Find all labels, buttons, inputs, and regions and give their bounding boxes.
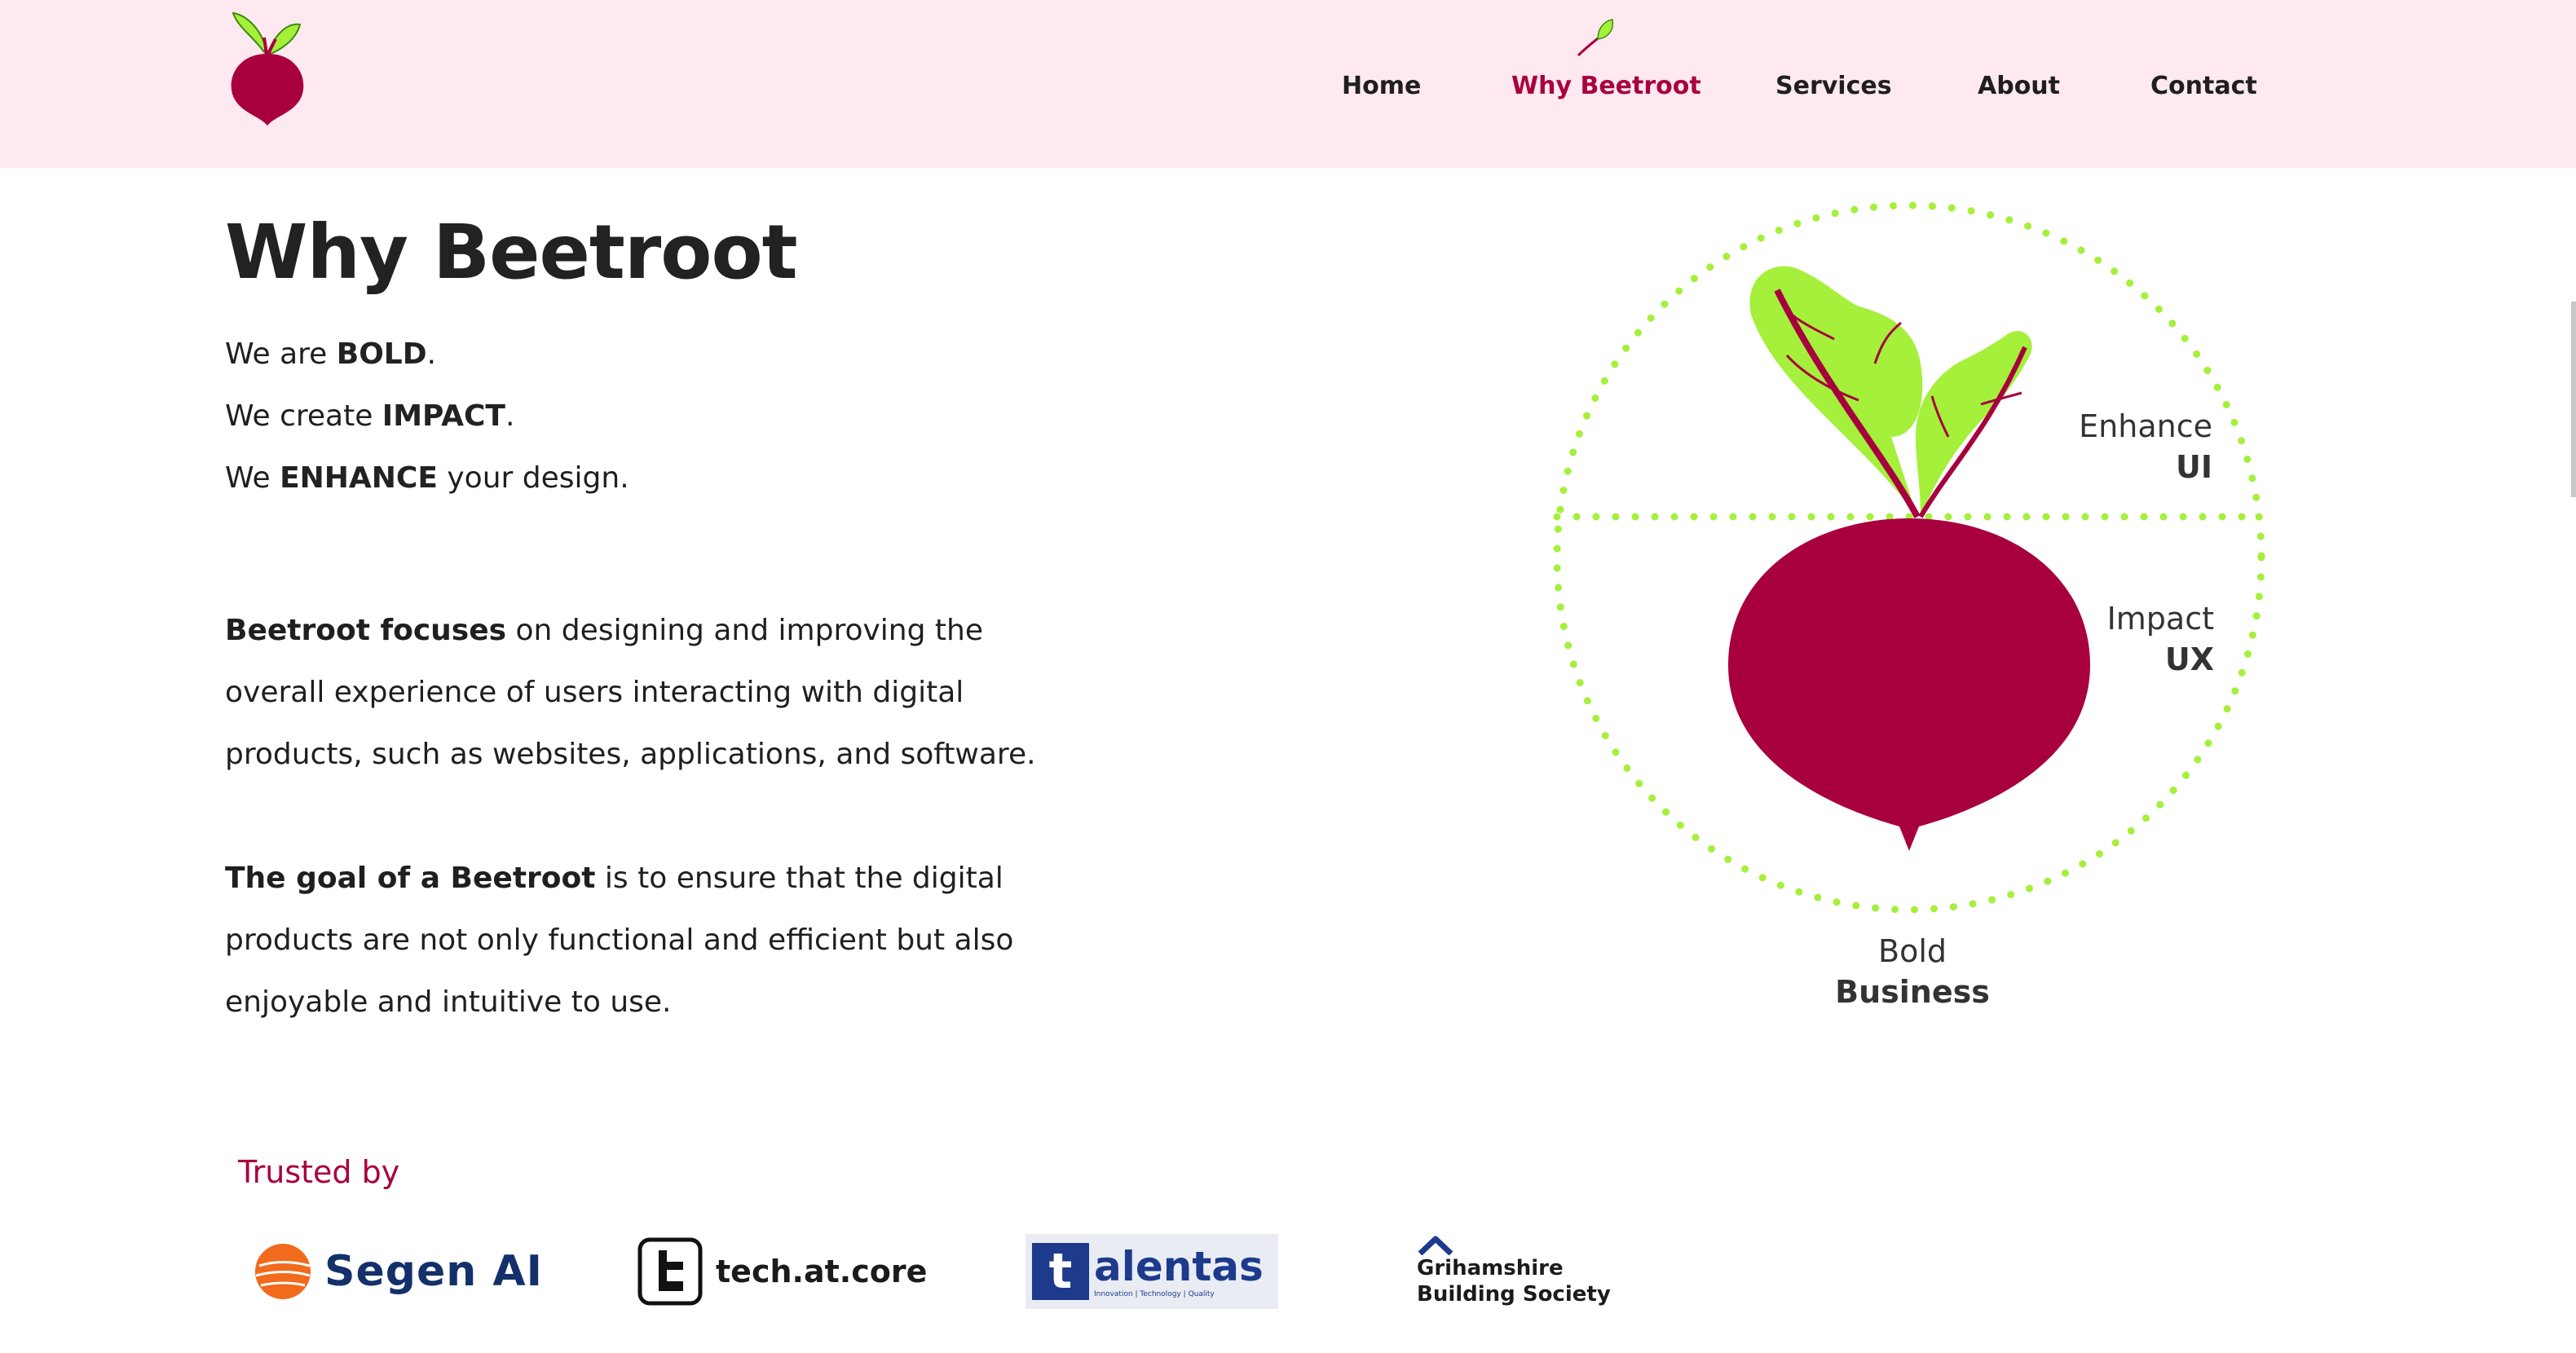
label-enhance-ui: Enhance UI	[2079, 408, 2212, 485]
partner-segen-ai[interactable]: Segen AI	[253, 1231, 543, 1312]
grihamshire-name: Grihamshire	[1417, 1256, 1564, 1280]
partner-talentas[interactable]: t alentas Innovation | Technology | Qual…	[1026, 1231, 1278, 1312]
label-bold-business: Bold Business	[1835, 933, 1990, 1010]
segen-ai-name: Segen AI	[324, 1247, 543, 1296]
intro-paragraph: Beetroot focuses on designing and improv…	[225, 614, 1036, 771]
scrollbar-thumb[interactable]	[2571, 302, 2576, 497]
partner-grihamshire[interactable]: Grihamshire Building Society	[1417, 1236, 1611, 1317]
trusted-heading: Trusted by	[238, 1154, 400, 1190]
beet-root	[1728, 518, 2090, 851]
nav-home[interactable]: Home	[1342, 67, 1421, 106]
talentas-logo: t alentas Innovation | Technology | Qual…	[1026, 1234, 1278, 1309]
page-title: Why Beetroot	[225, 209, 798, 296]
nav-why-beetroot[interactable]: Why Beetroot	[1511, 67, 1701, 106]
tech-at-core-icon	[637, 1237, 703, 1306]
talentas-name: alentas	[1094, 1243, 1264, 1290]
partner-tech-at-core[interactable]: tech.at.core	[637, 1231, 927, 1312]
label-impact-ux: Impact UX	[2106, 601, 2214, 677]
active-sprout-icon	[1577, 19, 1614, 57]
tagline-bold: We are BOLD.	[225, 337, 437, 371]
tagline-enhance: We ENHANCE your design.	[225, 461, 629, 495]
nav-services[interactable]: Services	[1775, 67, 1892, 106]
segen-ai-icon	[255, 1244, 311, 1299]
tech-at-core-name: tech.at.core	[716, 1254, 928, 1289]
nav-about[interactable]: About	[1978, 67, 2060, 106]
chevron-up-icon	[1418, 1236, 1453, 1255]
talentas-mark: t	[1032, 1243, 1089, 1300]
goal-paragraph: The goal of a Beetroot is to ensure that…	[225, 862, 1014, 1019]
site-header: Home Why Beetroot Services About Contact	[0, 0, 2576, 168]
beet-leaves	[1749, 266, 2032, 518]
tagline-impact: We create IMPACT.	[225, 399, 515, 433]
beetroot-logo[interactable]	[222, 5, 313, 127]
talentas-tagline: Innovation | Technology | Quality	[1094, 1290, 1215, 1298]
beetroot-diagram	[1553, 201, 2265, 914]
grihamshire-subname: Building Society	[1417, 1282, 1611, 1307]
nav-contact[interactable]: Contact	[2150, 67, 2257, 106]
